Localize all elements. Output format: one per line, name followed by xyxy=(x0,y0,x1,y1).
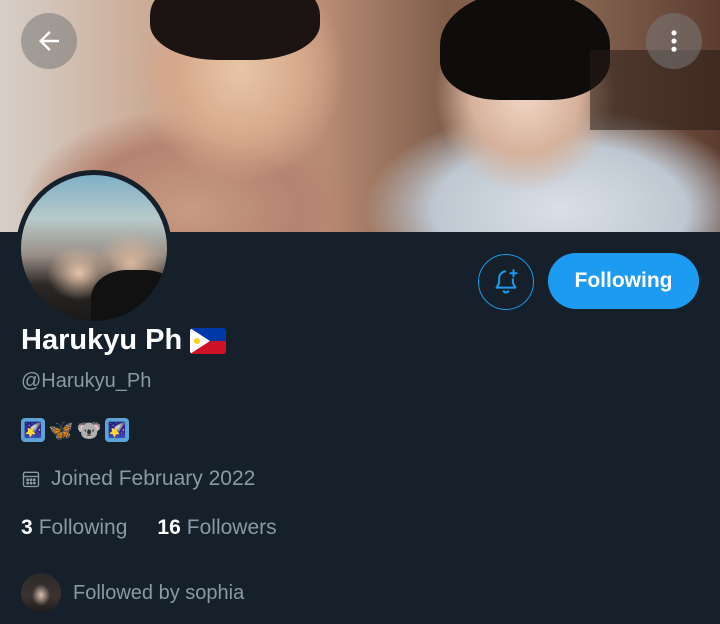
joined-text: Joined February 2022 xyxy=(51,467,256,490)
koala-icon: 🐨 xyxy=(76,419,102,442)
followers-label: Followers xyxy=(186,516,277,539)
followed-by[interactable]: Followed by sophia xyxy=(21,573,244,613)
followed-by-text: Followed by sophia xyxy=(73,581,245,604)
following-count: 3 xyxy=(21,516,33,539)
banner-figure-right xyxy=(440,0,610,100)
follower-avatar xyxy=(21,573,61,613)
followers-stat[interactable]: 16 Followers xyxy=(157,516,276,540)
followers-count: 16 xyxy=(157,516,181,539)
shooting-star-icon: 🌠 xyxy=(21,418,45,442)
following-label: Following xyxy=(38,516,128,539)
avatar-figure xyxy=(91,270,167,321)
more-options-button[interactable] xyxy=(646,13,702,69)
butterfly-icon: 🦋 xyxy=(48,419,74,442)
notifications-button[interactable] xyxy=(478,254,534,310)
banner-figure-left xyxy=(150,0,320,60)
following-stat[interactable]: 3 Following xyxy=(21,516,127,540)
follow-stats: 3 Following 16 Followers xyxy=(21,516,277,540)
profile-avatar[interactable] xyxy=(16,170,172,326)
more-vertical-icon xyxy=(671,30,677,52)
display-name-row: Harukyu Ph xyxy=(21,324,227,357)
username-handle: @Harukyu_Ph xyxy=(21,370,152,392)
display-name: Harukyu Ph xyxy=(21,324,183,356)
bio: 🌠 🦋 🐨 🌠 xyxy=(21,418,129,442)
joined-date: Joined February 2022 xyxy=(21,467,255,491)
following-button[interactable]: Following xyxy=(548,253,699,309)
arrow-left-icon xyxy=(39,31,59,51)
back-button[interactable] xyxy=(21,13,77,69)
bell-plus-icon xyxy=(495,269,518,294)
philippines-flag-icon xyxy=(190,327,227,354)
calendar-icon xyxy=(22,471,40,488)
shooting-star-icon: 🌠 xyxy=(105,418,129,442)
